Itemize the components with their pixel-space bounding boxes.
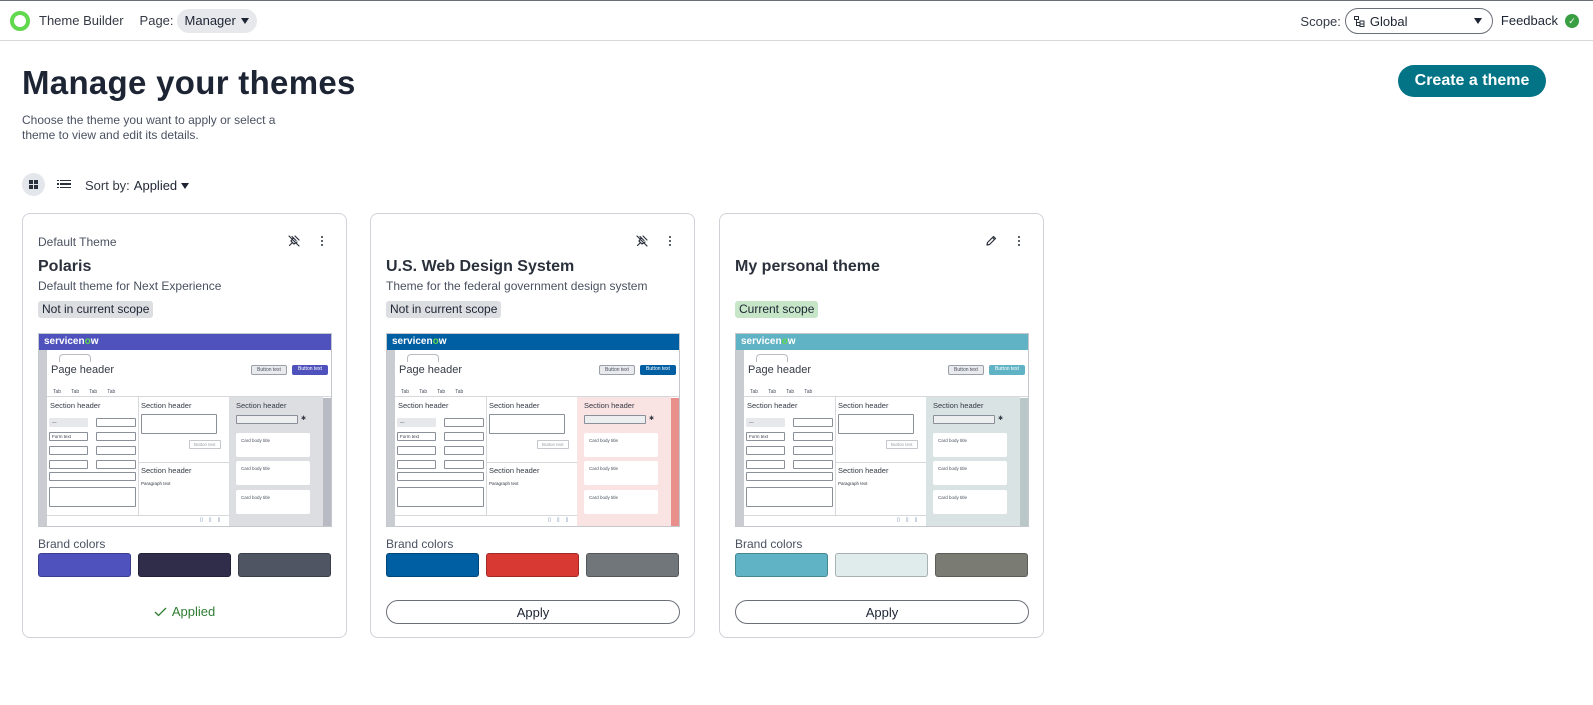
preview-secondary-button: Button text — [251, 365, 287, 375]
preview-footer-icons: ▯ ▯ ▯ — [200, 517, 221, 523]
preview-section-header: Section header — [747, 401, 798, 410]
topbar-right: Scope: Global Feedback ✓ — [1300, 1, 1579, 41]
theme-card-actions — [634, 233, 678, 249]
preview-footer-icons: ▯ ▯ ▯ — [897, 517, 918, 523]
preview-secondary-button: Button text — [948, 365, 984, 375]
brand-colors-label: Brand colors — [38, 537, 106, 551]
page-select[interactable]: Manager — [176, 8, 257, 33]
theme-card-1[interactable]: U.S. Web Design System Theme for the fed… — [370, 213, 695, 638]
brand-color-primary — [386, 553, 479, 577]
theme-description: Default theme for Next Experience — [38, 279, 222, 293]
preview-section-header: Section header — [398, 401, 449, 410]
chevron-down-icon — [181, 182, 190, 189]
preview-body: Page header Button text Button text Tab T… — [736, 350, 1028, 526]
brand-color-primary — [38, 553, 131, 577]
preview-body: Page header Button text Button text Tab T… — [387, 350, 679, 526]
scope-label: Scope: — [1300, 13, 1341, 29]
brand-color-secondary — [835, 553, 928, 577]
applied-status-text: Applied — [171, 604, 216, 619]
scope-select-value: Global — [1369, 13, 1408, 29]
grid-icon — [29, 180, 38, 189]
brand-color-tertiary — [586, 553, 679, 577]
preview-footer-icons: ▯ ▯ ▯ — [548, 517, 569, 523]
brand-colors-label: Brand colors — [735, 537, 803, 551]
unpin-icon[interactable] — [286, 233, 302, 249]
preview-brand-bar: servicenow — [736, 334, 1028, 350]
sort-value: Applied — [133, 178, 178, 193]
unpin-icon[interactable] — [634, 233, 650, 249]
check-circle-icon: ✓ — [1565, 14, 1579, 28]
preview-page-header: Page header — [399, 364, 462, 376]
scope-select[interactable]: Global — [1344, 8, 1493, 34]
preview-brand-bar: servicenow — [39, 334, 331, 350]
feedback-link[interactable]: Feedback — [1501, 13, 1558, 28]
preview-primary-button: Button text — [640, 365, 676, 375]
theme-card-actions — [983, 233, 1027, 249]
brand-colors-label: Brand colors — [386, 537, 454, 551]
edit-pencil-icon[interactable] — [983, 233, 999, 249]
kebab-icon — [321, 236, 323, 246]
create-theme-button[interactable]: Create a theme — [1398, 65, 1546, 97]
theme-card-label: Default Theme — [38, 235, 117, 249]
app-title: Theme Builder — [39, 13, 124, 28]
applied-status: Applied — [23, 604, 346, 619]
kebab-icon — [669, 236, 671, 246]
chevron-down-icon — [240, 17, 249, 24]
preview-body: Page header Button text Button text Tab T… — [39, 350, 331, 526]
page-select-value: Manager — [184, 13, 236, 28]
scope-badge: Not in current scope — [386, 301, 502, 318]
sort-label: Sort by: — [85, 178, 130, 193]
list-view-button[interactable] — [57, 177, 71, 191]
theme-preview: servicenow Page header Button text Butto… — [735, 333, 1029, 527]
theme-preview: servicenow Page header Button text Butto… — [386, 333, 680, 527]
theme-name[interactable]: Polaris — [38, 258, 91, 276]
kebab-icon — [1018, 236, 1020, 246]
theme-card-actions — [286, 233, 330, 249]
scope-badge: Not in current scope — [38, 301, 154, 318]
theme-preview: servicenow Page header Button text Butto… — [38, 333, 332, 527]
preview-secondary-button: Button text — [599, 365, 635, 375]
brand-color-swatches — [735, 553, 1028, 577]
page-label: Page: — [139, 13, 174, 28]
list-icon — [57, 179, 71, 182]
theme-card-2[interactable]: My personal theme Current scope servicen… — [719, 213, 1044, 638]
app-logo-icon — [10, 10, 30, 31]
apply-theme-button[interactable]: Apply — [386, 600, 680, 624]
apply-theme-button[interactable]: Apply — [735, 600, 1029, 624]
brand-color-primary — [735, 553, 828, 577]
brand-color-tertiary — [935, 553, 1028, 577]
page-description: Choose the theme you want to apply or se… — [22, 113, 276, 142]
brand-color-swatches — [386, 553, 679, 577]
preview-brand-bar: servicenow — [387, 334, 679, 350]
more-options-button[interactable] — [314, 233, 330, 249]
preview-right-panel: Section header ✱ Card body title Card bo… — [926, 397, 1020, 526]
theme-name[interactable]: U.S. Web Design System — [386, 258, 574, 276]
more-options-button[interactable] — [662, 233, 678, 249]
sort-select[interactable]: Sort by: Applied — [85, 178, 190, 193]
brand-color-swatches — [38, 553, 331, 577]
scope-badge: Current scope — [735, 301, 819, 318]
brand-color-secondary — [138, 553, 231, 577]
top-bar: Theme Builder Page: Manager Scope: Globa… — [0, 0, 1593, 41]
theme-description: Theme for the federal government design … — [386, 279, 648, 293]
more-options-button[interactable] — [1011, 233, 1027, 249]
preview-primary-button: Button text — [989, 365, 1025, 375]
preview-section-header: Section header — [50, 401, 101, 410]
chevron-down-icon — [1473, 18, 1482, 24]
preview-right-panel: Section header ✱ Card body title Card bo… — [577, 397, 671, 526]
preview-right-panel: Section header ✱ Card body title Card bo… — [229, 397, 323, 526]
grid-view-button[interactable] — [22, 173, 45, 196]
preview-primary-button: Button text — [292, 365, 328, 375]
preview-page-header: Page header — [748, 364, 811, 376]
theme-name[interactable]: My personal theme — [735, 258, 880, 276]
page-title: Manage your themes — [22, 64, 356, 101]
checkmark-icon — [154, 607, 167, 616]
preview-page-header: Page header — [51, 364, 114, 376]
brand-color-secondary — [486, 553, 579, 577]
tree-icon — [1353, 15, 1365, 27]
theme-card-0[interactable]: Default Theme Polaris Default theme for … — [22, 213, 347, 638]
brand-color-tertiary — [238, 553, 331, 577]
